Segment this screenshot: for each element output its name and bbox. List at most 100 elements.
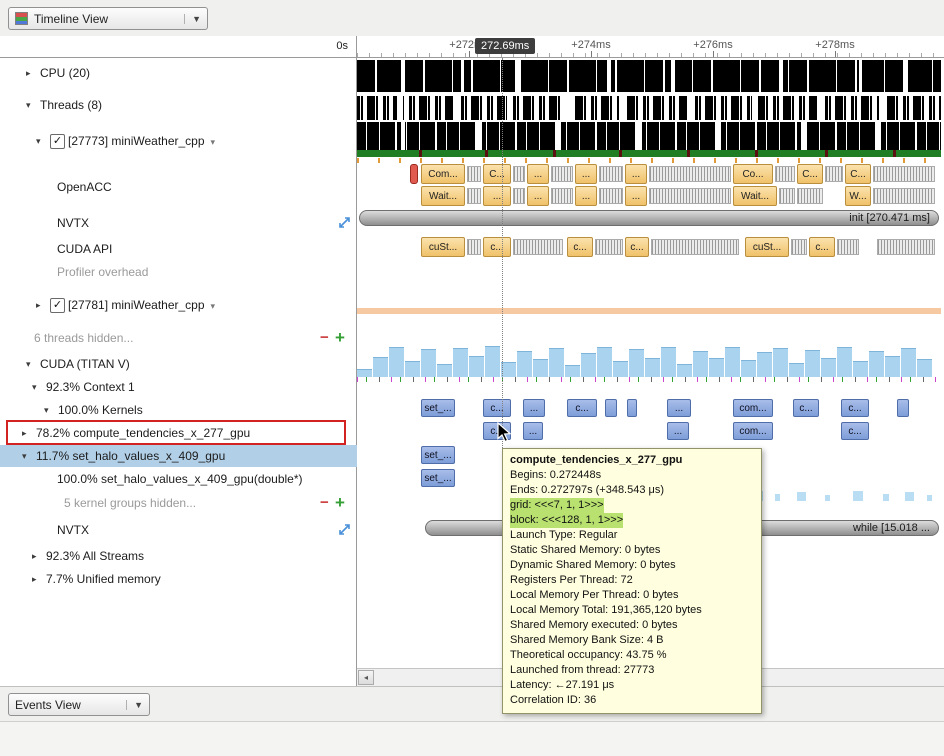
timeline-block[interactable]: Wait... bbox=[421, 186, 465, 206]
tree-item-label[interactable]: 100.0% Kernels bbox=[58, 399, 143, 421]
row-checkbox[interactable]: ✓ bbox=[50, 134, 65, 149]
tree-item-cuda-device[interactable]: ▾ CUDA (TITAN V) bbox=[0, 353, 357, 375]
timeline-block[interactable]: ... bbox=[575, 186, 597, 206]
timeline-block[interactable]: ... bbox=[523, 422, 543, 440]
tree-item-unified-memory[interactable]: ▸ 7.7% Unified memory bbox=[0, 568, 357, 590]
tree-item-label[interactable]: [27781] miniWeather_cpp▾ bbox=[68, 294, 215, 316]
tree-item-label[interactable]: Profiler overhead bbox=[57, 261, 148, 283]
expand-arrow-icon[interactable]: ▸ bbox=[26, 62, 31, 84]
timeline-block[interactable]: c... bbox=[483, 237, 511, 257]
expand-arrow-icon[interactable]: ▸ bbox=[36, 294, 41, 316]
tree-item-label[interactable]: 100.0% set_halo_values_x_409_gpu(double*… bbox=[57, 468, 303, 490]
tree-item-thread-27773[interactable]: ▾ ✓[27773] miniWeather_cpp▾ bbox=[0, 130, 357, 152]
timeline-block[interactable]: ... bbox=[483, 186, 511, 206]
timeline-block[interactable]: W... bbox=[845, 186, 871, 206]
timeline-block[interactable]: C... bbox=[797, 164, 823, 184]
tree-item-cuda-api[interactable]: CUDA API bbox=[0, 238, 357, 260]
tree-item-kernels[interactable]: ▾ 100.0% Kernels bbox=[0, 399, 357, 421]
timeline-block[interactable]: init [270.471 ms] bbox=[359, 210, 939, 226]
tree-item-label[interactable]: [27773] miniWeather_cpp▾ bbox=[68, 130, 215, 152]
tree-item-cpu[interactable]: ▸ CPU (20) bbox=[0, 62, 357, 84]
timeline-block[interactable]: c... bbox=[625, 237, 649, 257]
timeline-ruler[interactable]: 272.69ms +272ms+274ms+276ms+278ms bbox=[357, 36, 944, 58]
expand-arrow-icon[interactable]: ▾ bbox=[26, 353, 31, 375]
timeline-block[interactable]: ... bbox=[575, 164, 597, 184]
timeline-block[interactable]: cuSt... bbox=[421, 237, 465, 257]
show-row-button[interactable]: + bbox=[335, 327, 345, 349]
chevron-down-icon[interactable]: ▾ bbox=[211, 137, 216, 147]
tree-item-label[interactable]: CPU (20) bbox=[40, 62, 90, 84]
timeline-block[interactable]: ... bbox=[625, 186, 647, 206]
tree-item-label[interactable]: 11.7% set_halo_values_x_409_gpu bbox=[36, 445, 225, 467]
tree-item-label[interactable]: CUDA (TITAN V) bbox=[40, 353, 130, 375]
tree-item-label[interactable]: Threads (8) bbox=[40, 94, 102, 116]
expand-arrow-icon[interactable]: ▾ bbox=[32, 376, 37, 398]
hide-row-button[interactable]: − bbox=[320, 492, 329, 514]
timeline-block[interactable]: set_... bbox=[421, 446, 455, 464]
tree-item-label[interactable]: 6 threads hidden... bbox=[34, 327, 133, 349]
tree-item-label[interactable]: 92.3% All Streams bbox=[46, 545, 144, 567]
tree-item-threads-hidden[interactable]: 6 threads hidden... −+ bbox=[0, 327, 357, 349]
timeline-block[interactable]: ... bbox=[625, 164, 647, 184]
tree-item-label[interactable]: OpenACC bbox=[57, 176, 112, 198]
timeline-block[interactable]: ... bbox=[527, 164, 549, 184]
timeline-block[interactable]: C... bbox=[845, 164, 871, 184]
tree-item-kernel-groups-hidden[interactable]: 5 kernel groups hidden... −+ bbox=[0, 492, 357, 514]
timeline-texture bbox=[613, 361, 628, 377]
timeline-block[interactable]: C... bbox=[483, 164, 511, 184]
expand-arrow-icon[interactable]: ▸ bbox=[32, 545, 37, 567]
timeline-block[interactable]: ... bbox=[667, 399, 691, 417]
timeline-block[interactable]: Wait... bbox=[733, 186, 777, 206]
expand-arrow-icon[interactable]: ▾ bbox=[26, 94, 31, 116]
tree-item-label[interactable]: CUDA API bbox=[57, 238, 112, 260]
tree-item-thread-27781[interactable]: ▸ ✓[27781] miniWeather_cpp▾ bbox=[0, 294, 357, 316]
timeline-block[interactable]: set_... bbox=[421, 399, 455, 417]
tree-item-threads[interactable]: ▾ Threads (8) bbox=[0, 94, 357, 116]
timeline-block[interactable]: c... bbox=[809, 237, 835, 257]
timeline-block[interactable]: c... bbox=[567, 237, 593, 257]
expand-row-icon[interactable] bbox=[338, 216, 351, 230]
tree-item-context-1[interactable]: ▾ 92.3% Context 1 bbox=[0, 376, 357, 398]
tree-item-nvtx-cuda[interactable]: NVTX bbox=[0, 519, 357, 541]
timeline-block[interactable]: com... bbox=[733, 422, 773, 440]
timeline-block[interactable]: c... bbox=[841, 422, 869, 440]
expand-arrow-icon[interactable]: ▸ bbox=[22, 422, 27, 444]
tree-item-kernel-compute-tendencies[interactable]: ▸ 78.2% compute_tendencies_x_277_gpu bbox=[0, 422, 357, 444]
tree-item-label[interactable]: 92.3% Context 1 bbox=[46, 376, 135, 398]
tree-item-label[interactable]: 7.7% Unified memory bbox=[46, 568, 161, 590]
tree-item-profiler-overhead[interactable]: Profiler overhead bbox=[0, 261, 357, 283]
tree-item-nvtx-27773[interactable]: NVTX bbox=[0, 212, 357, 234]
hide-row-button[interactable]: − bbox=[320, 327, 329, 349]
timeline-block[interactable]: ... bbox=[667, 422, 689, 440]
expand-arrow-icon[interactable]: ▾ bbox=[44, 399, 49, 421]
expand-row-icon[interactable] bbox=[338, 523, 351, 537]
expand-arrow-icon[interactable]: ▾ bbox=[36, 130, 41, 152]
tree-item-label[interactable]: 5 kernel groups hidden... bbox=[64, 492, 196, 514]
tree-item-kernel-set-halo[interactable]: ▾ 11.7% set_halo_values_x_409_gpu bbox=[0, 445, 357, 467]
tree-item-kernel-set-halo-instance[interactable]: 100.0% set_halo_values_x_409_gpu(double*… bbox=[0, 468, 357, 490]
chevron-down-icon[interactable]: ▾ bbox=[211, 301, 216, 311]
timeline-view-dropdown[interactable]: Timeline View ▼ bbox=[8, 7, 208, 30]
tree-item-openacc[interactable]: OpenACC bbox=[0, 176, 357, 198]
show-row-button[interactable]: + bbox=[335, 492, 345, 514]
timeline-block[interactable]: Co... bbox=[733, 164, 773, 184]
tree-item-all-streams[interactable]: ▸ 92.3% All Streams bbox=[0, 545, 357, 567]
timeline-block[interactable]: cuSt... bbox=[745, 237, 789, 257]
timeline-block[interactable]: c... bbox=[483, 399, 511, 417]
timeline-block[interactable]: com... bbox=[733, 399, 773, 417]
tree-item-label[interactable]: NVTX bbox=[57, 519, 89, 541]
timeline-block[interactable]: set_... bbox=[421, 469, 455, 487]
timeline-block[interactable]: c... bbox=[793, 399, 819, 417]
row-checkbox[interactable]: ✓ bbox=[50, 298, 65, 313]
scroll-left-button[interactable]: ◂ bbox=[358, 670, 374, 685]
expand-arrow-icon[interactable]: ▸ bbox=[32, 568, 37, 590]
timeline-block[interactable]: ... bbox=[523, 399, 545, 417]
events-view-dropdown[interactable]: Events View ▼ bbox=[8, 693, 150, 716]
timeline-block[interactable]: Com... bbox=[421, 164, 465, 184]
timeline-block[interactable]: c... bbox=[841, 399, 869, 417]
tree-item-label[interactable]: 78.2% compute_tendencies_x_277_gpu bbox=[36, 422, 250, 444]
expand-arrow-icon[interactable]: ▾ bbox=[22, 445, 27, 467]
timeline-block[interactable]: c... bbox=[567, 399, 597, 417]
timeline-block[interactable]: ... bbox=[527, 186, 549, 206]
tree-item-label[interactable]: NVTX bbox=[57, 212, 89, 234]
